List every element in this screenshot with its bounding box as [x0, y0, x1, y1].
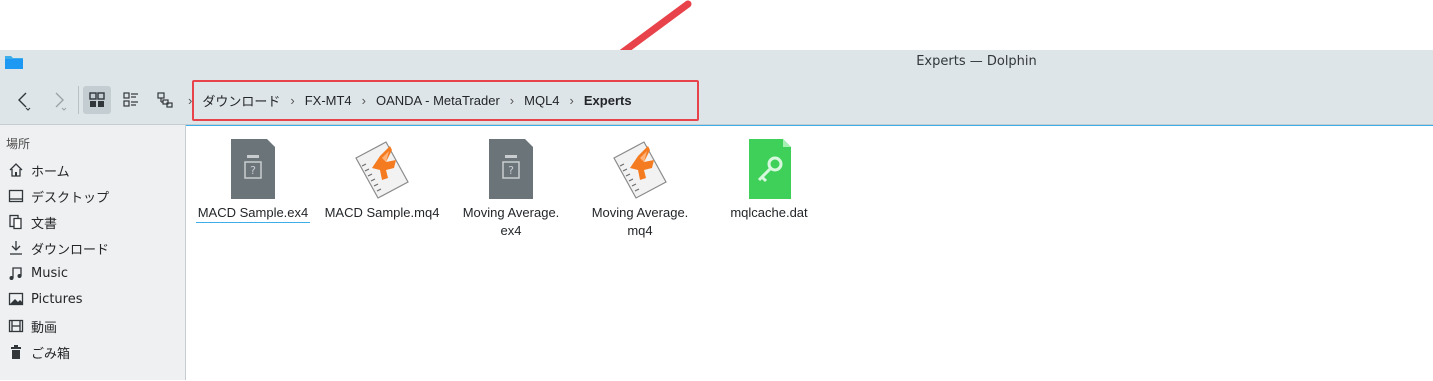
places-sidebar: 場所 ホーム デスクトップ 文書 ダウンロード Music Pictures 動… [0, 125, 186, 380]
file-name-line: mq4 [627, 223, 653, 238]
chevron-right-icon: › [509, 92, 515, 108]
sidebar-item-music[interactable]: Music [0, 261, 185, 285]
svg-text:?: ? [508, 164, 514, 177]
file-name-line: ex4 [500, 223, 522, 238]
file-item[interactable]: ? MACD Sample.ex4 [188, 138, 318, 223]
sidebar-item-label: Pictures [31, 291, 83, 307]
back-arrow-icon [18, 92, 31, 111]
video-icon [7, 317, 25, 335]
breadcrumb-item[interactable]: MQL4 [524, 93, 559, 108]
chevron-right-icon: › [569, 92, 574, 108]
file-name: Moving Average. ex4 [446, 204, 576, 240]
compact-view-icon [123, 92, 138, 107]
file-item[interactable]: ? Moving Average. ex4 [446, 138, 576, 240]
breadcrumb-item[interactable]: OANDA - MetaTrader [376, 93, 500, 108]
title-bar: Experts — Dolphin [0, 50, 1433, 74]
sidebar-item-downloads[interactable]: ダウンロード [0, 236, 185, 260]
music-icon [7, 264, 25, 282]
sidebar-item-label: デスクトップ [31, 190, 110, 206]
sidebar-item-videos[interactable]: 動画 [0, 314, 185, 338]
file-item[interactable]: MACD Sample.mq4 [317, 138, 447, 222]
file-name: mqlcache.dat [730, 205, 808, 220]
compact-view-button[interactable] [117, 86, 145, 114]
details-view-icon [157, 92, 173, 108]
file-view: ? MACD Sample.ex4 MACD Sample.mq4 ? Movi… [186, 125, 1433, 381]
chevron-right-icon: › [188, 92, 193, 108]
file-item[interactable]: mqlcache.dat [704, 138, 834, 222]
file-name-line: Moving Average. [462, 205, 560, 220]
breadcrumb-item[interactable]: ダウンロード [202, 91, 280, 110]
breadcrumb-current[interactable]: Experts [584, 93, 632, 108]
desktop-icon [7, 187, 25, 205]
sidebar-item-trash[interactable]: ごみ箱 [0, 340, 185, 364]
svg-text:?: ? [250, 164, 256, 177]
window-title: Experts — Dolphin [916, 54, 1037, 69]
download-icon [7, 239, 25, 257]
unknown-file-icon: ? [489, 139, 533, 199]
details-view-button[interactable] [151, 86, 179, 114]
file-item[interactable]: Moving Average. mq4 [575, 138, 705, 240]
key-file-icon [749, 139, 791, 199]
chevron-right-icon: › [361, 92, 366, 108]
sidebar-item-label: 動画 [31, 320, 58, 336]
home-icon [7, 161, 25, 179]
back-button[interactable] [10, 86, 38, 114]
sidebar-item-label: ごみ箱 [31, 346, 71, 362]
breadcrumb-item[interactable]: FX-MT4 [305, 93, 352, 108]
forward-button[interactable] [44, 86, 72, 114]
forward-arrow-icon [55, 92, 67, 111]
toolbar-separator [78, 86, 79, 114]
sidebar-item-label: 文書 [31, 216, 58, 232]
sidebar-item-label: ダウンロード [31, 242, 110, 258]
documents-icon [7, 213, 25, 231]
chevron-right-icon: › [290, 92, 295, 108]
breadcrumb: › ダウンロード › FX-MT4 › OANDA - MetaTrader ›… [188, 88, 632, 112]
pictures-icon [7, 290, 25, 308]
sidebar-item-label: Music [31, 265, 68, 281]
file-name: MACD Sample.mq4 [324, 205, 440, 220]
file-name: MACD Sample.ex4 [195, 204, 311, 223]
file-name-line: Moving Average. [591, 205, 689, 220]
icons-view-button[interactable] [83, 86, 111, 114]
unknown-file-icon: ? [231, 139, 275, 199]
sidebar-item-documents[interactable]: 文書 [0, 210, 185, 234]
mq4-file-icon [613, 141, 667, 199]
sidebar-item-pictures[interactable]: Pictures [0, 287, 185, 311]
file-name: Moving Average. mq4 [575, 204, 705, 240]
sidebar-item-home[interactable]: ホーム [0, 158, 185, 182]
sidebar-item-desktop[interactable]: デスクトップ [0, 184, 185, 208]
sidebar-item-label: ホーム [31, 164, 70, 180]
trash-icon [7, 343, 25, 361]
mq4-file-icon [355, 141, 409, 199]
icons-view-icon [89, 92, 105, 107]
sidebar-heading: 場所 [6, 137, 31, 151]
